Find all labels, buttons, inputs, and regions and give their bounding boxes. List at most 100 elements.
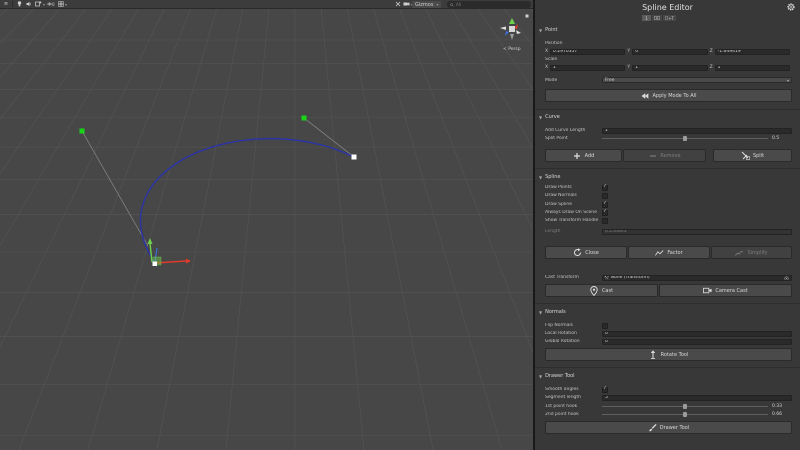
global-rotation-field[interactable]: 0 [602, 338, 792, 345]
light-toggle-icon[interactable] [15, 1, 23, 8]
cast-button[interactable]: Cast [545, 284, 658, 297]
section-header-curve[interactable]: ▼ Curve [535, 113, 800, 121]
smooth-angles-checkbox[interactable]: ✓ [602, 386, 608, 393]
axis-z-label: Z [709, 49, 713, 54]
global-rotation-row: Global Rotation 0 [545, 338, 792, 345]
position-y-field[interactable]: 0 [632, 48, 708, 55]
lock-icon [525, 14, 529, 18]
scale-x-field[interactable]: 1 [549, 64, 626, 71]
segment-length-row: Segment length 5 [545, 394, 792, 401]
video-camera-icon [703, 286, 712, 295]
draw-normals-checkbox[interactable] [602, 192, 608, 199]
apply-mode-to-all-button[interactable]: Apply Mode To All [545, 89, 792, 102]
cast-label: Cast [601, 287, 614, 294]
drawer-tool-label: Drawer Tool [659, 424, 690, 431]
position-row: Position [545, 40, 792, 47]
section-header-point[interactable]: ▼ Point [535, 26, 800, 34]
scale-y-field[interactable]: 1 [632, 64, 708, 71]
show-transform-checkbox[interactable] [602, 217, 608, 224]
simplify-button[interactable]: Simplify [711, 246, 792, 259]
tools-icon[interactable] [394, 1, 402, 8]
split-point-slider[interactable]: 0.5 [602, 135, 792, 142]
audio-toggle-icon[interactable] [25, 1, 33, 8]
local-rotation-field[interactable]: 0 [602, 330, 792, 337]
scale-label: Scale [545, 57, 558, 62]
first-point-hook-row: 1st point hook 0.33 [545, 403, 792, 410]
length-field: 6.256863 [602, 228, 792, 235]
scene-view[interactable]: ≡ ▾ 0 ▾ ▾ Gizmos ▾ [0, 0, 533, 450]
second-point-hook-row: 2nd point hook 0.66 [545, 411, 792, 418]
scale-xyz: X1 Y1 Z1 [545, 64, 792, 71]
hidden-objects-icon[interactable]: 0 [47, 1, 56, 8]
search-placeholder: All [456, 2, 461, 7]
second-point-hook-value[interactable]: 0.66 [770, 412, 792, 418]
second-point-hook-slider[interactable]: 0.66 [602, 411, 792, 418]
perspective-label[interactable]: < Persp [503, 47, 521, 52]
drawer-tool-button[interactable]: Drawer Tool [545, 421, 792, 434]
chevron-down-icon: ▾ [436, 2, 439, 7]
add-label: Add [584, 152, 595, 159]
draw-points-checkbox[interactable]: ✓ [602, 184, 608, 191]
position-z-field[interactable]: -1.649419 [714, 48, 790, 55]
flip-normals-checkbox[interactable] [602, 322, 608, 329]
cast-transform-field[interactable]: ⤲ None (Transform) [602, 274, 792, 281]
object-picker-icon[interactable] [784, 275, 789, 281]
add-curve-length-field[interactable]: 1 [602, 127, 792, 134]
menu-icon[interactable]: ≡ [2, 1, 10, 8]
cast-transform-label: Cast Transform [545, 275, 579, 280]
multi-select-icon [654, 16, 660, 20]
section-header-spline[interactable]: ▼ Spline [535, 173, 800, 181]
cast-transform-row: Cast Transform ⤲ None (Transform) [545, 274, 792, 281]
always-draw-row: Always Draw On Scene ✓ [545, 209, 792, 216]
rotate-tool-button[interactable]: Rotate Tool [545, 348, 792, 361]
split-button[interactable]: Split [713, 149, 792, 162]
section-header-normals[interactable]: ▼ Normals [535, 308, 800, 316]
flip-normals-row: Flip Normals [545, 322, 792, 329]
close-button[interactable]: Close [545, 246, 627, 259]
panel-title: Spline Editor [642, 3, 693, 12]
camera-cast-button[interactable]: Camera Cast [659, 284, 792, 297]
section-divider [535, 303, 800, 304]
position-label: Position [545, 41, 563, 46]
split-point-value[interactable]: 0.5 [770, 136, 792, 142]
minus-icon [648, 151, 657, 160]
draw-points-row: Draw Points ✓ [545, 184, 792, 191]
length-row: Length 6.256863 [545, 228, 792, 235]
effects-toggle-icon[interactable]: ▾ [35, 1, 45, 8]
split-point-label: Split Point [545, 136, 568, 141]
first-point-hook-value[interactable]: 0.33 [770, 404, 792, 410]
global-rotation-label: Global Rotation [545, 339, 580, 344]
factor-button[interactable]: Factor [628, 246, 710, 259]
slider-thumb[interactable] [683, 404, 687, 409]
section-divider [535, 109, 800, 110]
draw-spline-checkbox[interactable]: ✓ [602, 201, 608, 208]
scene-canvas[interactable] [0, 9, 533, 450]
plus-icon [573, 151, 582, 160]
section-header-drawer-tool[interactable]: ▼ Drawer Tool [535, 372, 800, 380]
remove-button[interactable]: Remove [623, 149, 706, 162]
search-icon [450, 2, 454, 7]
add-button[interactable]: Add [545, 149, 622, 162]
gear-icon[interactable] [786, 2, 796, 12]
gizmos-dropdown[interactable]: Gizmos ▾ [412, 1, 442, 8]
flip-normals-label: Flip Normals [545, 323, 574, 328]
always-draw-label: Always Draw On Scene [545, 210, 597, 215]
grid-toggle-icon[interactable]: ▾ [58, 1, 67, 8]
scale-z-field[interactable]: 1 [714, 64, 790, 71]
mode-toggle-group: 1 +T [642, 15, 676, 21]
segment-length-field[interactable]: 5 [602, 394, 792, 401]
always-draw-checkbox[interactable]: ✓ [602, 209, 608, 216]
mode-toggle-transform[interactable]: +T [663, 15, 676, 21]
mode-dropdown[interactable]: Free ▾ [602, 77, 792, 83]
foldout-arrow-icon: ▼ [539, 114, 543, 120]
add-curve-length-row: Add Curve Length 1 [545, 127, 792, 134]
position-x-field[interactable]: 0.2970357 [549, 48, 626, 55]
scene-search-input[interactable]: All [447, 1, 531, 8]
mode-toggle-multi[interactable] [652, 15, 662, 21]
slider-thumb[interactable] [683, 136, 687, 141]
add-curve-length-label: Add Curve Length [545, 128, 586, 133]
toolbar-separator [12, 1, 13, 7]
first-point-hook-slider[interactable]: 0.33 [602, 403, 792, 410]
slider-thumb[interactable] [683, 412, 687, 417]
mode-toggle-point[interactable]: 1 [642, 15, 651, 21]
